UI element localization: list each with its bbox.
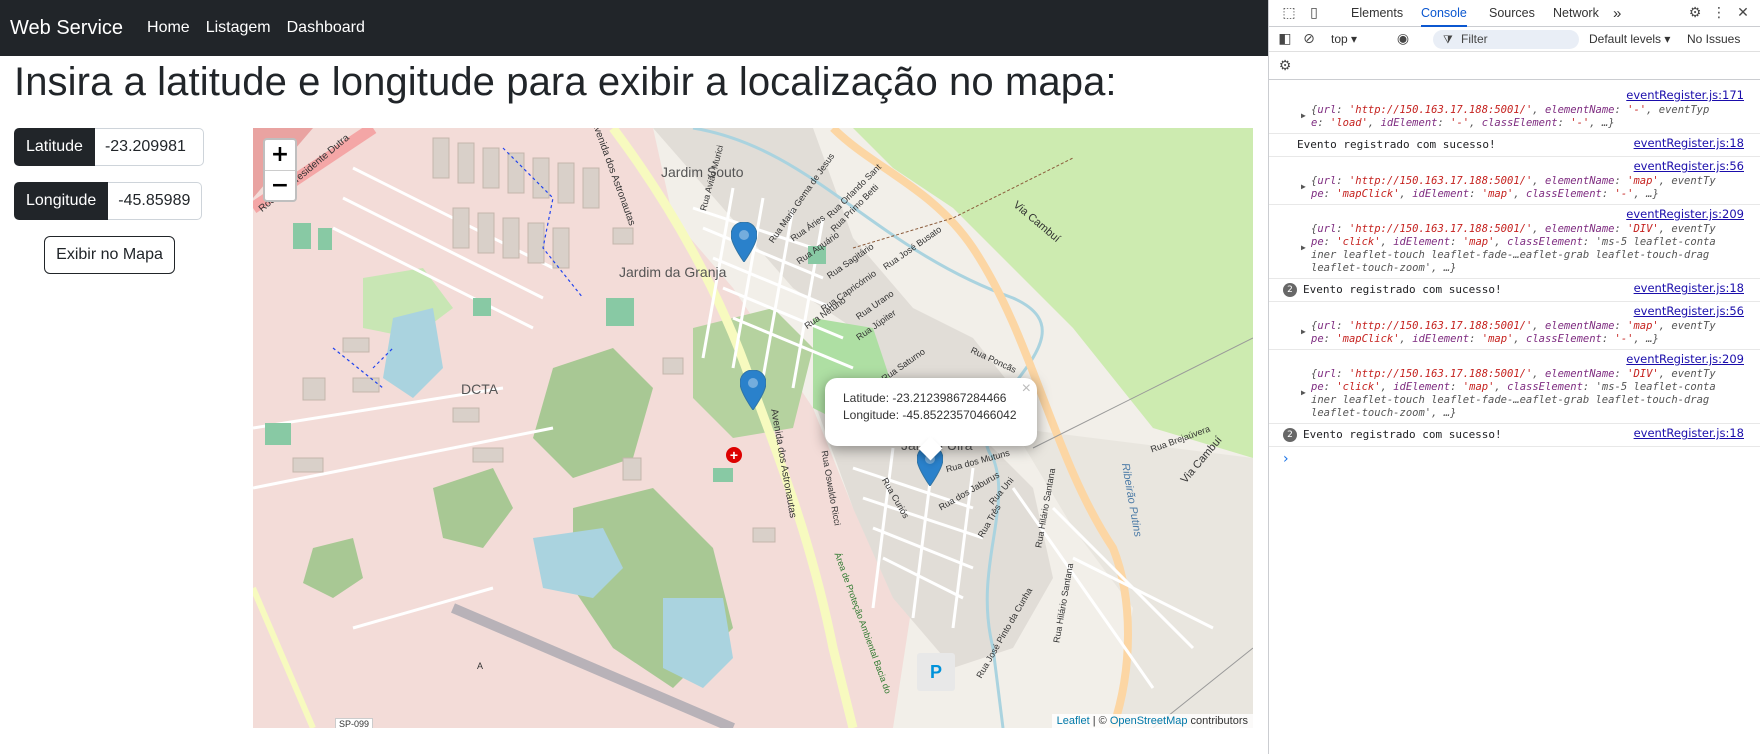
log-object-line: {url: 'http://150.163.17.188:5001/', ele…	[1311, 175, 1716, 187]
expand-caret-icon[interactable]: ▶	[1301, 388, 1306, 397]
hospital-icon: +	[726, 447, 742, 463]
longitude-input[interactable]	[108, 182, 203, 220]
repeat-count-badge: 2	[1283, 428, 1297, 442]
expand-caret-icon[interactable]: ▶	[1301, 111, 1306, 120]
log-object-line: leaflet-touch-zoom', …}	[1311, 407, 1457, 419]
console-filter-input[interactable]: ⧩ Filter	[1433, 30, 1579, 49]
expand-caret-icon[interactable]: ▶	[1301, 243, 1306, 252]
tab-network[interactable]: Network	[1553, 0, 1599, 27]
log-object-line: {url: 'http://150.163.17.188:5001/', ele…	[1311, 223, 1716, 235]
log-source-link[interactable]: eventRegister.js:209	[1626, 352, 1744, 366]
filter-icon: ⧩	[1443, 33, 1453, 46]
popup-longitude: Longitude: -45.85223570466042	[843, 408, 1017, 422]
console-settings-bar: ⚙	[1269, 52, 1760, 80]
inspect-element-icon[interactable]: ⬚	[1281, 5, 1297, 21]
log-levels-selector[interactable]: Default levels ▾	[1589, 32, 1670, 46]
log-source-link[interactable]: eventRegister.js:209	[1626, 207, 1744, 221]
more-options-icon[interactable]: ⋮	[1711, 5, 1727, 21]
log-source-link[interactable]: eventRegister.js:56	[1634, 159, 1744, 173]
console-settings-gear-icon[interactable]: ⚙	[1277, 58, 1293, 74]
devtools-tabbar: ⬚ ▯ Elements Console Sources Network » ⚙…	[1269, 0, 1760, 27]
settings-gear-icon[interactable]: ⚙	[1687, 5, 1703, 21]
leaflet-link[interactable]: Leaflet	[1057, 715, 1090, 727]
log-object-line: pe: 'mapClick', idElement: 'map', classE…	[1311, 333, 1659, 345]
log-source-link[interactable]: eventRegister.js:18	[1634, 136, 1744, 150]
tab-console[interactable]: Console	[1421, 0, 1467, 27]
popup-latitude: Latitude: -23.21239867284466	[843, 391, 1007, 405]
popup-close-icon[interactable]: ×	[1022, 380, 1031, 398]
map-marker-pin[interactable]	[731, 222, 757, 262]
log-object-line: {url: 'http://150.163.17.188:5001/', ele…	[1311, 368, 1716, 380]
nav-link-home[interactable]: Home	[147, 19, 190, 37]
log-source-link[interactable]: eventRegister.js:18	[1634, 426, 1744, 440]
repeat-count-badge: 2	[1283, 283, 1297, 297]
map[interactable]: Jardim Souto Jardim da Granja DCTA Jardi…	[253, 128, 1253, 728]
console-toolbar: ◧ ⊘ top ▾ ◉ ⧩ Filter Default levels ▾ No…	[1269, 27, 1760, 52]
devtools-panel: ⬚ ▯ Elements Console Sources Network » ⚙…	[1268, 0, 1760, 754]
console-log-entry: eventRegister.js:18 Evento registrado com…	[1269, 134, 1760, 157]
log-source-link[interactable]: eventRegister.js:18	[1634, 281, 1744, 295]
web-page: Web Service Home Listagem Dashboard Insi…	[0, 0, 1268, 754]
show-on-map-button[interactable]: Exibir no Mapa	[44, 236, 175, 274]
console-log-list: eventRegister.js:171 ▶ {url: 'http://150.1…	[1269, 86, 1760, 467]
log-object-line: pe: 'mapClick', idElement: 'map', classE…	[1311, 188, 1659, 200]
expand-caret-icon[interactable]: ▶	[1301, 182, 1306, 191]
filter-placeholder: Filter	[1461, 32, 1488, 46]
log-source-link[interactable]: eventRegister.js:56	[1634, 304, 1744, 318]
longitude-input-group: Longitude	[14, 182, 203, 220]
page-title: Insira a latitude e longitude para exibi…	[14, 60, 1117, 104]
sidebar-toggle-icon[interactable]: ◧	[1277, 31, 1293, 47]
console-log-entry: eventRegister.js:18 Evento registrado com…	[1269, 424, 1760, 447]
map-attribution: Leaflet | © OpenStreetMap contributors	[1051, 714, 1253, 728]
zoom-out-button[interactable]: −	[265, 170, 295, 200]
device-toolbar-icon[interactable]: ▯	[1306, 5, 1322, 21]
navbar: Web Service Home Listagem Dashboard	[0, 0, 1268, 56]
attribution-separator: | ©	[1089, 715, 1110, 727]
tab-sources[interactable]: Sources	[1489, 0, 1535, 27]
log-object-line: iner leaflet-touch leaflet-fade-…eaflet-…	[1311, 394, 1710, 406]
log-object-line: pe: 'click', idElement: 'map', classElem…	[1311, 236, 1716, 248]
eye-icon[interactable]: ◉	[1395, 31, 1411, 47]
console-log-entry: eventRegister.js:56 ▶ {url: 'http://150.16…	[1269, 157, 1760, 205]
log-object-line: e: 'load', idElement: '-', classElement:…	[1311, 117, 1615, 129]
expand-caret-icon[interactable]: ▶	[1301, 327, 1306, 336]
nav-link-dashboard[interactable]: Dashboard	[287, 19, 365, 37]
log-object-line: pe: 'click', idElement: 'map', classElem…	[1311, 381, 1716, 393]
zoom-in-button[interactable]: +	[265, 140, 295, 170]
map-tiles	[253, 128, 1253, 728]
console-log-entry: eventRegister.js:171 ▶ {url: 'http://150.1…	[1269, 86, 1760, 134]
map-marker-pin[interactable]	[740, 370, 766, 410]
log-source-link[interactable]: eventRegister.js:171	[1626, 88, 1744, 102]
console-log-entry: eventRegister.js:56 ▶ {url: 'http://150.16…	[1269, 302, 1760, 350]
navbar-brand[interactable]: Web Service	[10, 17, 123, 40]
log-object-line: iner leaflet-touch leaflet-fade-…eaflet-…	[1311, 249, 1710, 261]
context-selector[interactable]: top ▾	[1331, 32, 1357, 46]
console-log-entry: eventRegister.js:18 Evento registrado com…	[1269, 279, 1760, 302]
close-devtools-icon[interactable]: ✕	[1735, 5, 1751, 21]
osm-link[interactable]: OpenStreetMap	[1110, 715, 1188, 727]
latitude-label: Latitude	[14, 128, 95, 166]
parking-icon: P	[917, 653, 955, 691]
clear-console-icon[interactable]: ⊘	[1301, 31, 1317, 47]
map-popup: × Latitude: -23.21239867284466 Longitude…	[825, 378, 1037, 461]
tab-elements[interactable]: Elements	[1351, 0, 1403, 27]
console-log-entry: eventRegister.js:209 ▶ {url: 'http://150.1…	[1269, 205, 1760, 279]
longitude-label: Longitude	[14, 182, 109, 220]
console-prompt[interactable]: ›	[1283, 451, 1289, 467]
log-object-line: {url: 'http://150.163.17.188:5001/', ele…	[1311, 320, 1716, 332]
console-log-entry: eventRegister.js:209 ▶ {url: 'http://150.1…	[1269, 350, 1760, 424]
log-object-line: {url: 'http://150.163.17.188:5001/', ele…	[1311, 104, 1710, 116]
issues-indicator[interactable]: No Issues	[1687, 32, 1740, 46]
log-object-line: leaflet-touch-zoom', …}	[1311, 262, 1457, 274]
more-tabs-icon[interactable]: »	[1613, 0, 1621, 27]
zoom-control: + −	[263, 138, 297, 202]
latitude-input[interactable]	[94, 128, 204, 166]
nav-link-listagem[interactable]: Listagem	[206, 19, 271, 37]
attribution-contributors: contributors	[1187, 715, 1248, 727]
latitude-input-group: Latitude	[14, 128, 204, 166]
